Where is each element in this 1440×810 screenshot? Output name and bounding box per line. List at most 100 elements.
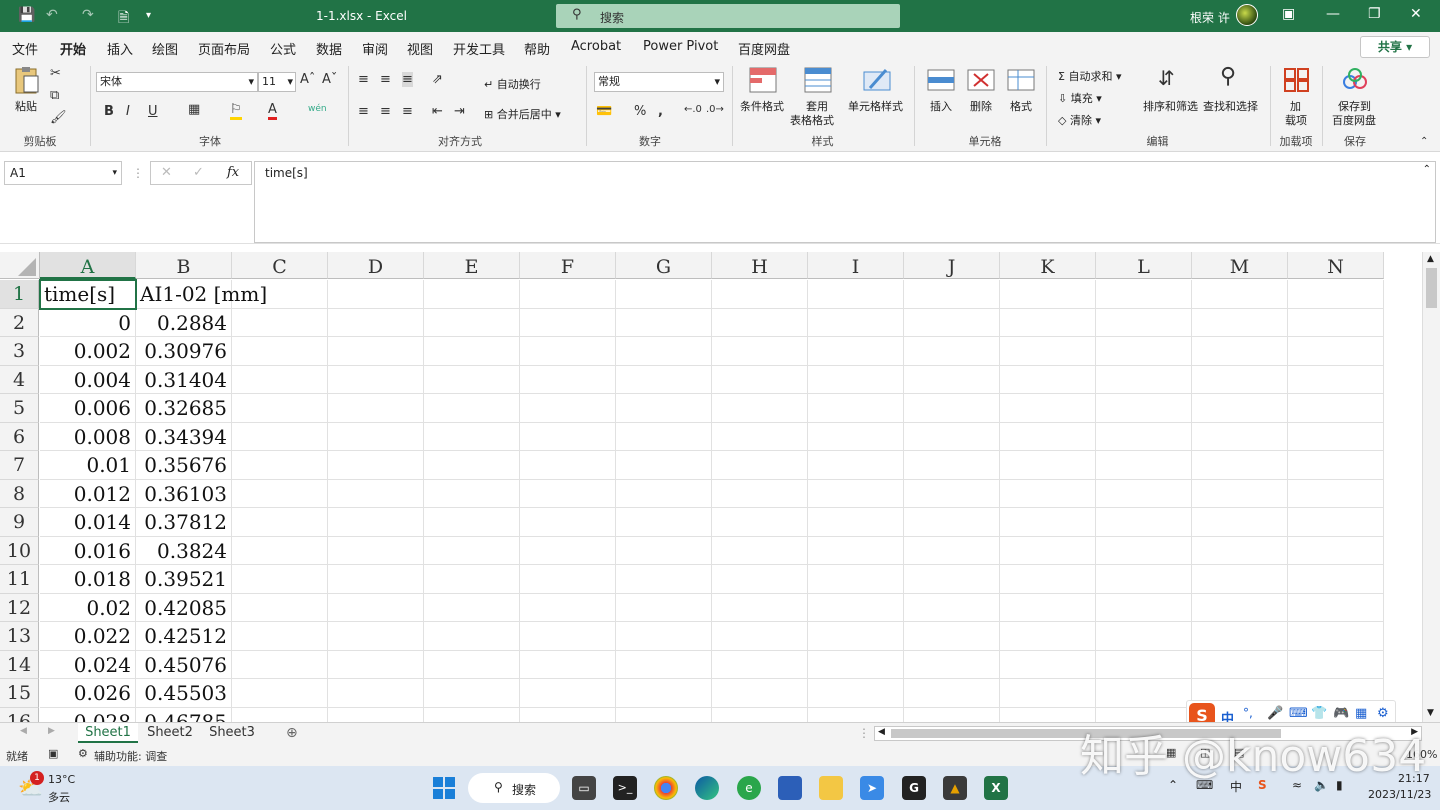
cell-i2[interactable] [808,308,904,337]
cell-j13[interactable] [904,622,1000,651]
cell-f5[interactable] [520,394,616,423]
cell-d8[interactable] [328,479,424,508]
cell-j7[interactable] [904,451,1000,480]
cell-k9[interactable] [1000,508,1096,537]
cell-styles-label[interactable]: 单元格样式 [848,98,903,114]
cell-f6[interactable] [520,422,616,451]
search-box[interactable]: ⚲ 搜索 [556,4,900,28]
cell-m5[interactable] [1192,394,1288,423]
cell-a5[interactable]: 0.006 [40,394,136,423]
cell-m12[interactable] [1192,593,1288,622]
restore-icon[interactable]: ❐ [1368,6,1381,22]
cell-d16[interactable] [328,707,424,722]
align-right-icon[interactable]: ≡ [402,104,413,119]
cell-d13[interactable] [328,622,424,651]
game-icon[interactable]: 🎮 [1333,706,1349,721]
start-icon[interactable] [432,776,456,800]
cell-l3[interactable] [1096,337,1192,366]
tab-insert[interactable]: 插入 [107,39,133,58]
format-cells-icon[interactable] [1006,66,1036,94]
cell-c10[interactable] [232,536,328,565]
clock-date[interactable]: 2023/11/23 [1368,788,1431,801]
cell-k2[interactable] [1000,308,1096,337]
row-header-4[interactable]: 4 [0,365,39,394]
cell-d6[interactable] [328,422,424,451]
cell-a3[interactable]: 0.002 [40,337,136,366]
cell-h11[interactable] [712,565,808,594]
fill-color-icon[interactable]: ⚐ [230,102,242,120]
cell-k7[interactable] [1000,451,1096,480]
cell-b7[interactable]: 0.35676 [136,451,232,480]
cell-m7[interactable] [1192,451,1288,480]
cell-d1[interactable] [328,280,424,309]
paste-icon[interactable] [12,66,42,94]
cell-c16[interactable] [232,707,328,722]
cell-l11[interactable] [1096,565,1192,594]
format-as-table-icon[interactable] [803,66,833,94]
cell-styles-icon[interactable] [862,66,892,94]
cell-f7[interactable] [520,451,616,480]
currency-icon[interactable]: 💳 [596,104,612,119]
tab-draw[interactable]: 绘图 [152,39,178,58]
cell-f2[interactable] [520,308,616,337]
cell-e5[interactable] [424,394,520,423]
user-name[interactable]: 根荣 许 [1190,9,1230,26]
format-cells-label[interactable]: 格式 [1010,98,1032,114]
addins-label-2[interactable]: 载项 [1285,112,1307,128]
cell-j3[interactable] [904,337,1000,366]
cell-d7[interactable] [328,451,424,480]
cell-m2[interactable] [1192,308,1288,337]
cell-g12[interactable] [616,593,712,622]
row-header-5[interactable]: 5 [0,394,39,423]
row-header-7[interactable]: 7 [0,451,39,480]
cell-h12[interactable] [712,593,808,622]
scroll-down-icon[interactable]: ▼ [1427,708,1434,718]
tab-power-pivot[interactable]: Power Pivot [643,39,718,54]
cell-g6[interactable] [616,422,712,451]
undo-icon[interactable]: ↶ [46,7,58,23]
cell-i8[interactable] [808,479,904,508]
align-center-icon[interactable]: ≡ [380,104,391,119]
autosum-button[interactable]: Σ 自动求和 ▾ [1058,68,1121,84]
cell-f10[interactable] [520,536,616,565]
align-bottom-icon[interactable]: ≡ [402,72,413,87]
cell-b2[interactable]: 0.2884 [136,308,232,337]
skin-icon[interactable]: 👕 [1311,706,1327,721]
cell-n2[interactable] [1288,308,1384,337]
tab-help[interactable]: 帮助 [524,39,550,58]
tab-developer[interactable]: 开发工具 [453,39,505,58]
cell-b4[interactable]: 0.31404 [136,365,232,394]
cell-i1[interactable] [808,280,904,309]
column-header-c[interactable]: C [232,252,328,279]
cell-d5[interactable] [328,394,424,423]
delete-cells-label[interactable]: 删除 [970,98,992,114]
font-name-select[interactable]: 宋体 ▾ [96,72,258,92]
cell-i4[interactable] [808,365,904,394]
column-header-b[interactable]: B [136,252,232,279]
cell-i16[interactable] [808,707,904,722]
cell-e6[interactable] [424,422,520,451]
format-as-table-label-2[interactable]: 表格格式 [790,112,834,128]
cell-a12[interactable]: 0.02 [40,593,136,622]
cell-i9[interactable] [808,508,904,537]
avatar[interactable] [1236,4,1258,26]
cell-c5[interactable] [232,394,328,423]
excel-icon[interactable]: X [984,776,1008,800]
baidu-cloud-icon[interactable] [1340,66,1370,94]
cell-h6[interactable] [712,422,808,451]
cell-h9[interactable] [712,508,808,537]
sheet-tab-1[interactable]: Sheet1 [78,723,138,743]
prev-sheet-icon[interactable]: ◀ [20,726,27,736]
cell-g14[interactable] [616,650,712,679]
font-color-icon[interactable]: A [268,102,277,120]
cell-l7[interactable] [1096,451,1192,480]
cell-e10[interactable] [424,536,520,565]
cell-n11[interactable] [1288,565,1384,594]
cell-e3[interactable] [424,337,520,366]
app-icon[interactable]: ▲ [943,776,967,800]
cell-b14[interactable]: 0.45076 [136,650,232,679]
cell-e9[interactable] [424,508,520,537]
cell-h13[interactable] [712,622,808,651]
cell-i3[interactable] [808,337,904,366]
cell-k4[interactable] [1000,365,1096,394]
